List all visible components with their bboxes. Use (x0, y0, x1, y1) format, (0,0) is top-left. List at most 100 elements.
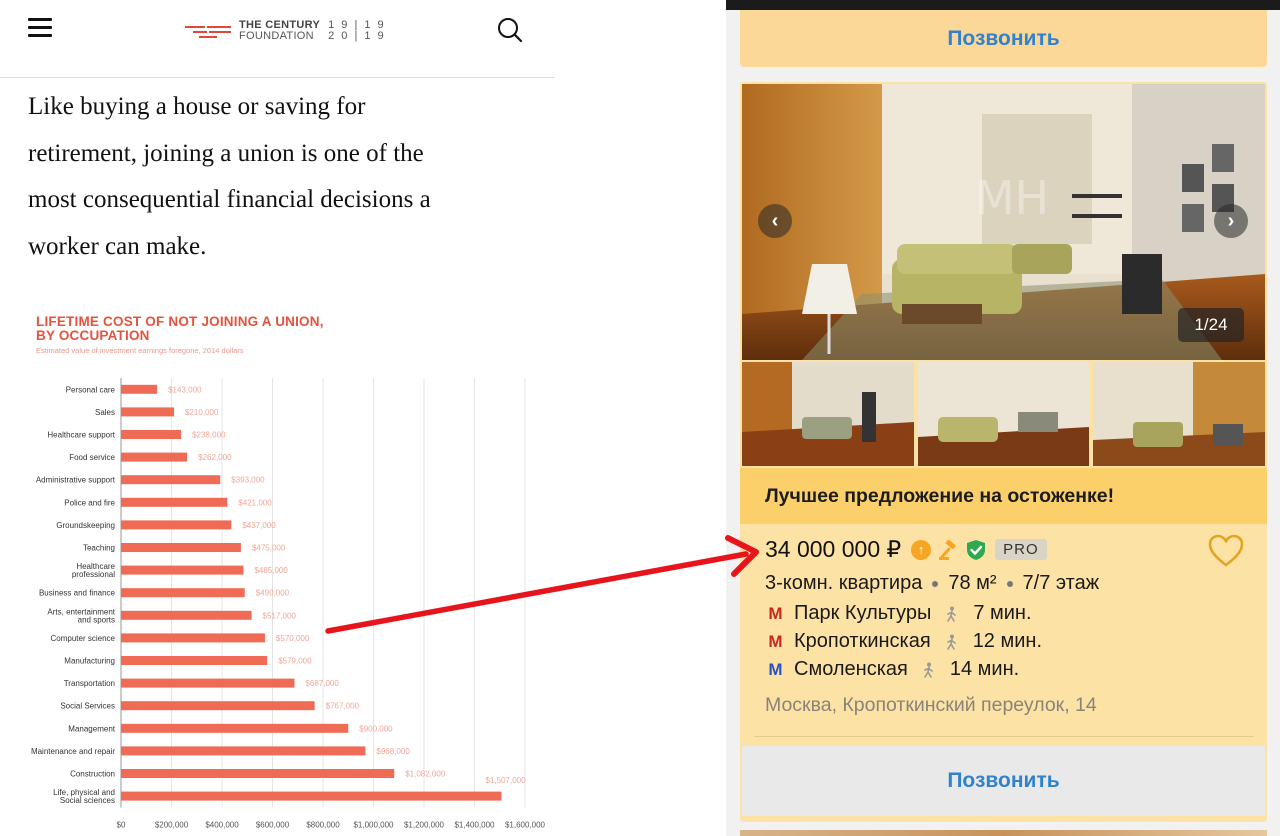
bar (121, 656, 268, 665)
chart-title-line1: LIFETIME COST OF NOT JOINING A UNION, (36, 314, 324, 329)
value-label: $1,082,000 (405, 770, 446, 779)
x-tick-label: $1,200,000 (404, 820, 445, 829)
value-label: $262,000 (198, 453, 232, 462)
main-photo[interactable]: MH ‹ › 1/24 (742, 84, 1265, 360)
metro-time: 14 мин. (949, 658, 1020, 680)
logo-years: 1 9 | 1 9 2 0 | 1 9 (328, 20, 386, 42)
x-tick-label: $1,000,000 (353, 820, 394, 829)
bar (121, 791, 502, 801)
favorite-heart-icon[interactable] (1208, 534, 1244, 568)
value-label: $687,000 (305, 679, 339, 688)
separator-dot (1006, 580, 1013, 587)
floor: 7/7 этаж (1022, 572, 1100, 594)
category-label: Maintenance and repair (31, 747, 115, 756)
value-label: $570,000 (276, 634, 310, 643)
prev-photo-button[interactable]: ‹ (758, 204, 792, 238)
area: 78 м² (948, 572, 997, 594)
value-label: $475,000 (252, 544, 286, 553)
article-page: THE CENTURY FOUNDATION 1 9 | 1 9 2 0 | 1… (0, 0, 555, 836)
address: Москва, Кропоткинский переулок, 14 (765, 694, 1097, 716)
metro-icon: M (768, 603, 783, 623)
rooms: 3-комн. квартира (765, 572, 923, 594)
value-label: $1,507,000 (486, 776, 527, 785)
bar (121, 543, 241, 552)
category-label: Business and finance (39, 589, 116, 598)
call-button-label: Позвонить (947, 26, 1060, 50)
metro-time: 7 мин. (973, 602, 1032, 624)
walking-icon (946, 634, 956, 650)
value-label: $210,000 (185, 408, 219, 417)
metro-icon: M (768, 659, 783, 679)
listing-card[interactable]: MH ‹ › 1/24 Лучшее предложение на остоже… (740, 82, 1267, 822)
century-foundation-logo[interactable]: THE CENTURY FOUNDATION 1 9 | 1 9 2 0 | 1… (185, 20, 386, 42)
thumbnail-1[interactable] (742, 362, 914, 466)
bar (121, 701, 315, 711)
x-tick-label: $1,400,000 (454, 820, 495, 829)
bar-chart: $0 $200,000 $400,000 $600,000 $800,000 $1,000… (31, 378, 546, 829)
metro-name: Кропоткинская (794, 630, 931, 652)
search-icon[interactable] (496, 16, 524, 44)
apartment-details: 3-комн. квартира 78 м² 7/7 этаж (765, 572, 1099, 595)
value-label: $517,000 (263, 611, 297, 620)
value-label: $485,000 (254, 566, 288, 575)
category-label: Construction (70, 770, 115, 779)
menu-icon[interactable] (28, 18, 52, 38)
value-label: $900,000 (359, 724, 393, 733)
promo-text: Лучшее предложение на остоженке! (765, 484, 1115, 507)
header-divider (0, 77, 555, 78)
x-tick-label: $0 (117, 820, 126, 829)
promo-banner: Лучшее предложение на остоженке! (740, 468, 1267, 524)
price: 34 000 000 ₽ (765, 536, 902, 562)
bar (121, 610, 252, 620)
article-line: Like buying a house or saving for (28, 93, 366, 120)
metro-station-2: M Кропоткинская 12 мин. (765, 630, 1042, 653)
years-bottom: 2 0 | 1 9 (328, 30, 386, 42)
auction-hammer-icon (939, 539, 956, 560)
category-label: Social sciences (60, 796, 115, 805)
call-button-top[interactable]: Позвонить (740, 10, 1267, 67)
separator-dot (932, 580, 939, 587)
thumbnail-2[interactable] (917, 362, 1090, 466)
logo-text: THE CENTURY FOUNDATION (239, 20, 320, 42)
value-label: $143,000 (168, 385, 202, 394)
article-line: worker can make. (28, 232, 207, 260)
category-label: Administrative support (36, 476, 116, 485)
category-label: Sales (95, 408, 115, 417)
category-label: Teaching (83, 544, 115, 553)
chart-subtitle: Estimated value of investment earnings f… (36, 346, 244, 355)
call-button-bottom[interactable]: Позвонить (742, 746, 1265, 816)
divider (754, 736, 1254, 737)
svg-text:MH: MH (975, 171, 1049, 225)
chart-title-line2: BY OCCUPATION (36, 328, 150, 343)
x-tick-label: $800,000 (306, 820, 340, 829)
verified-shield-icon (967, 539, 986, 560)
value-label: $968,000 (376, 747, 410, 756)
walking-icon (947, 606, 957, 622)
status-bar (726, 0, 1280, 10)
value-label: $238,000 (192, 431, 226, 440)
next-listing-photo-edge (740, 830, 1267, 836)
bar (121, 475, 221, 485)
value-label: $437,000 (242, 521, 276, 530)
x-tick-label: $600,000 (256, 820, 290, 829)
bar (121, 520, 232, 530)
x-tick-label: $200,000 (155, 820, 189, 829)
value-label: $393,000 (231, 476, 265, 485)
value-label: $579,000 (278, 657, 312, 666)
category-label: Police and fire (64, 498, 115, 507)
category-label: and sports (78, 615, 115, 624)
value-label: $767,000 (326, 702, 360, 711)
walking-icon (924, 662, 933, 678)
category-label: Social Services (60, 702, 115, 711)
thumbnail-3[interactable] (1093, 362, 1266, 466)
photo-thumbnails (742, 362, 1266, 466)
metro-station-1: M Парк Культуры 7 мин. (765, 602, 1032, 625)
bar (121, 407, 175, 417)
category-label: professional (72, 570, 115, 579)
bar (121, 678, 295, 688)
next-photo-button[interactable]: › (1214, 204, 1248, 238)
x-tick-label: $400,000 (205, 820, 239, 829)
value-label: $421,000 (238, 498, 272, 507)
bar (121, 723, 349, 733)
category-label: Healthcare support (47, 431, 115, 440)
